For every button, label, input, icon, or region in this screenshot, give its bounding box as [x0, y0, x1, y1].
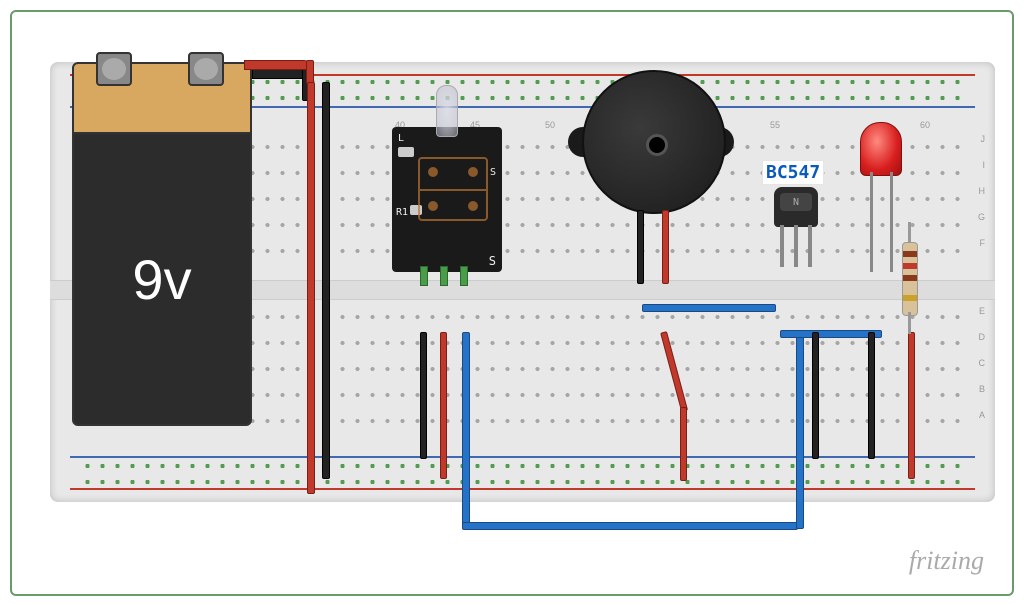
led-lead-cathode	[870, 172, 873, 272]
led-red	[860, 122, 902, 176]
row-lbl: D	[979, 332, 986, 342]
resistor-lead-top	[908, 222, 911, 244]
wire-red	[440, 332, 447, 479]
module-l-label: L	[398, 133, 404, 144]
wire-black-rail-jumper	[322, 82, 330, 479]
module-sensor-tube	[436, 85, 458, 137]
battery-terminal-pos	[188, 52, 224, 86]
wire-black	[812, 332, 819, 459]
resistor-band	[903, 263, 917, 269]
buzzer-lead-neg	[637, 210, 644, 284]
module-s-top: S	[490, 167, 496, 178]
trans-leg-e	[808, 225, 812, 267]
wire-red	[908, 332, 915, 479]
wire-blue	[780, 330, 882, 338]
wire-blue	[642, 304, 776, 312]
led-lead-anode	[890, 172, 893, 272]
resistor-band	[903, 295, 917, 301]
row-lbl: G	[978, 212, 985, 222]
bus-dots-bottom-b	[80, 479, 965, 485]
trans-leg-b	[794, 225, 798, 267]
resistor-band	[903, 251, 917, 257]
row-lbl: C	[979, 358, 986, 368]
trans-leg-c	[780, 225, 784, 267]
wire-red	[244, 60, 314, 70]
transistor-face: N	[780, 193, 812, 211]
buzzer	[582, 70, 726, 214]
wire-black	[420, 332, 427, 459]
diagram-frame: 30 35 40 45 50 55 60 J I H G F E D C B A…	[10, 10, 1014, 596]
resistor	[902, 242, 918, 316]
module-pin-vcc	[440, 266, 448, 286]
module-pin-signal	[460, 266, 468, 286]
bus-dots-bottom-a	[80, 463, 965, 469]
power-rail-bottom-pos	[70, 488, 975, 490]
transistor-bc547: N	[774, 187, 818, 227]
wire-blue	[462, 332, 470, 529]
wire-red	[680, 407, 687, 481]
wire-blue	[462, 522, 798, 530]
battery-terminal-neg	[96, 52, 132, 86]
module-smd	[398, 147, 414, 157]
resistor-lead-bottom	[908, 312, 911, 334]
transistor-label: BC547	[762, 160, 824, 185]
col-num: 50	[545, 120, 555, 130]
module-pin-gnd	[420, 266, 428, 286]
resistor-band	[903, 275, 917, 281]
row-lbl: H	[979, 186, 986, 196]
wire-red-rail-jumper	[307, 82, 315, 494]
power-rail-bottom-neg	[70, 456, 975, 458]
module-s-bottom: S	[489, 254, 496, 268]
row-lbl: E	[979, 306, 985, 316]
module-r1-label: R1	[396, 207, 408, 218]
battery-body: 9v	[72, 132, 252, 426]
col-num: 60	[920, 120, 930, 130]
wire-blue	[796, 332, 804, 529]
sensor-module: L S R1 S	[392, 127, 502, 272]
battery-label: 9v	[132, 247, 191, 312]
row-lbl: A	[979, 410, 985, 420]
row-lbl: J	[981, 134, 986, 144]
buzzer-lead-pos	[662, 210, 669, 284]
row-lbl: I	[982, 160, 985, 170]
battery-9v: 9v	[72, 62, 248, 422]
row-lbl: F	[980, 238, 986, 248]
buzzer-hole	[646, 134, 668, 156]
tool-credit: fritzing	[909, 546, 984, 576]
col-num: 55	[770, 120, 780, 130]
wire-black	[868, 332, 875, 459]
row-lbl: B	[979, 384, 985, 394]
module-traces	[418, 157, 488, 221]
wire-red	[306, 60, 314, 84]
